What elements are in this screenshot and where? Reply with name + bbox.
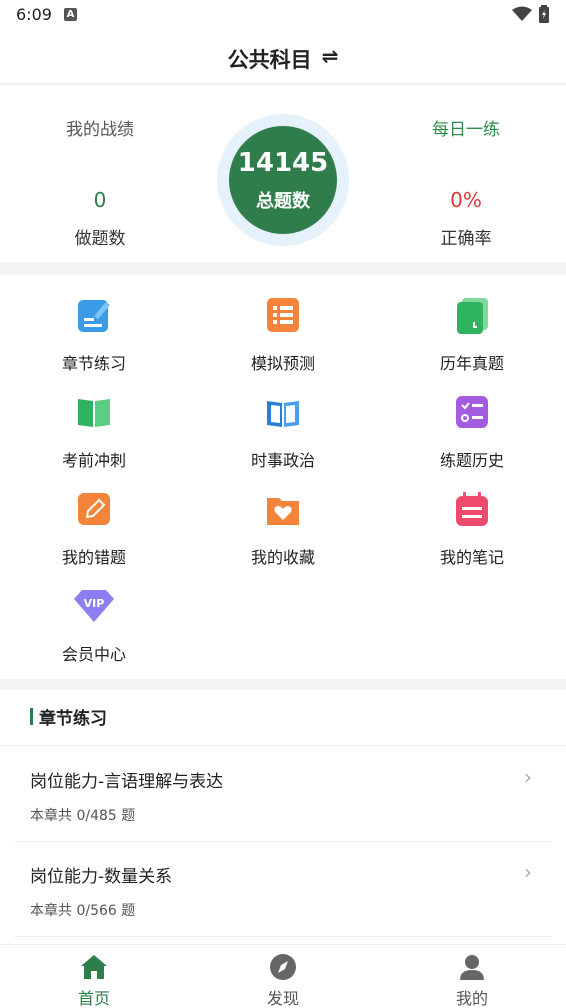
grid-label: 会员中心 xyxy=(61,645,126,664)
status-time: 6:09 xyxy=(16,5,52,24)
feature-grid: 章节练习 模拟预测 历年真题 考前冲刺 时事政治 练题历史 我的错题 我的收藏 … xyxy=(0,275,566,679)
tab-discover[interactable]: 发现 xyxy=(189,945,377,1008)
done-label: 做题数 xyxy=(74,229,126,249)
total-circle: 14145 总题数 xyxy=(217,114,349,246)
divider xyxy=(14,936,552,937)
chapter-section: 章节练习 岗位能力-言语理解与表达 本章共 0/485 题 › 岗位能力-数量关… xyxy=(0,690,566,944)
chapter-progress: 本章共 0/566 题 xyxy=(30,903,136,919)
chapter-name: 岗位能力-数量关系 xyxy=(30,867,173,887)
grid-item-chapter-practice[interactable]: 章节练习 xyxy=(0,275,188,373)
page-title: 公共科目 xyxy=(227,48,312,72)
grid-item-mock-test[interactable]: 模拟预测 xyxy=(189,275,377,373)
grid-item-sprint[interactable]: 考前冲刺 xyxy=(0,372,188,470)
chapter-progress: 本章共 0/485 题 xyxy=(30,808,136,824)
compass-icon xyxy=(270,954,296,980)
grid-label: 练题历史 xyxy=(439,451,504,470)
chapter-practice-icon xyxy=(78,300,110,332)
grid-item-history[interactable]: 练题历史 xyxy=(378,372,566,470)
vip-diamond-icon: VIP xyxy=(74,590,114,622)
total-label: 总题数 xyxy=(256,191,310,212)
heart-folder-icon xyxy=(267,498,299,525)
accuracy-value: 0% xyxy=(450,188,482,212)
notes-icon xyxy=(456,492,488,526)
bottom-tab-bar: 首页 发现 我的 xyxy=(0,944,566,1008)
book-open-icon xyxy=(78,399,110,427)
chevron-right-icon: › xyxy=(524,765,532,789)
history-list-icon xyxy=(456,396,488,428)
user-icon xyxy=(460,955,484,980)
title-bar: 公共科目 ⇌ xyxy=(0,30,566,84)
news-book-icon xyxy=(267,401,299,427)
grid-item-mistakes[interactable]: 我的错题 xyxy=(0,469,188,567)
accuracy-label: 正确率 xyxy=(440,229,492,249)
grid-label: 考前冲刺 xyxy=(61,451,126,470)
tab-home[interactable]: 首页 xyxy=(0,945,188,1008)
list-item[interactable]: 岗位能力-言语理解与表达 本章共 0/485 题 › xyxy=(0,747,566,842)
chapter-name: 岗位能力-言语理解与表达 xyxy=(30,772,224,792)
pencil-icon xyxy=(78,493,110,525)
grid-item-current-affairs[interactable]: 时事政治 xyxy=(189,372,377,470)
list-item[interactable]: 岗位能力-数量关系 本章共 0/566 题 › xyxy=(0,842,566,937)
svg-text:VIP: VIP xyxy=(84,597,105,610)
grid-label: 我的笔记 xyxy=(439,548,504,567)
grid-label: 历年真题 xyxy=(439,354,504,373)
subject-switcher[interactable]: 公共科目 ⇌ xyxy=(228,44,339,74)
tab-label: 首页 xyxy=(77,989,110,1008)
total-count: 14145 xyxy=(237,148,329,178)
grid-label: 时事政治 xyxy=(250,451,315,470)
swap-icon[interactable]: ⇌ xyxy=(322,44,339,68)
grid-label: 章节练习 xyxy=(61,354,126,373)
past-papers-icon xyxy=(457,298,488,334)
tab-label: 发现 xyxy=(266,989,299,1008)
chapter-header: 章节练习 xyxy=(0,690,566,746)
grid-item-notes[interactable]: 我的笔记 xyxy=(378,469,566,567)
status-bar: 6:09 A xyxy=(0,0,566,30)
tab-profile[interactable]: 我的 xyxy=(378,945,566,1008)
mock-test-icon xyxy=(267,298,299,332)
stats-panel: 我的战绩 每日一练 0 做题数 14145 总题数 0% 正确率 xyxy=(0,85,566,262)
grid-item-favorites[interactable]: 我的收藏 xyxy=(189,469,377,567)
section-title: 章节练习 xyxy=(39,709,107,729)
my-record-link[interactable]: 我的战绩 xyxy=(66,115,134,140)
home-icon xyxy=(81,955,107,979)
daily-practice-link[interactable]: 每日一练 xyxy=(432,115,500,140)
notification-a-icon: A xyxy=(64,8,77,21)
grid-item-vip[interactable]: VIP 会员中心 xyxy=(0,566,188,664)
grid-label: 我的错题 xyxy=(61,548,126,567)
tab-label: 我的 xyxy=(455,989,488,1008)
total-badge: 14145 总题数 xyxy=(229,126,337,234)
battery-icon xyxy=(539,5,549,23)
wifi-icon xyxy=(512,6,532,21)
grid-label: 我的收藏 xyxy=(250,548,315,567)
grid-item-past-papers[interactable]: 历年真题 xyxy=(378,275,566,373)
chevron-right-icon: › xyxy=(524,860,532,884)
section-accent-bar xyxy=(30,708,33,725)
grid-label: 模拟预测 xyxy=(250,354,315,373)
done-count: 0 xyxy=(93,188,107,212)
